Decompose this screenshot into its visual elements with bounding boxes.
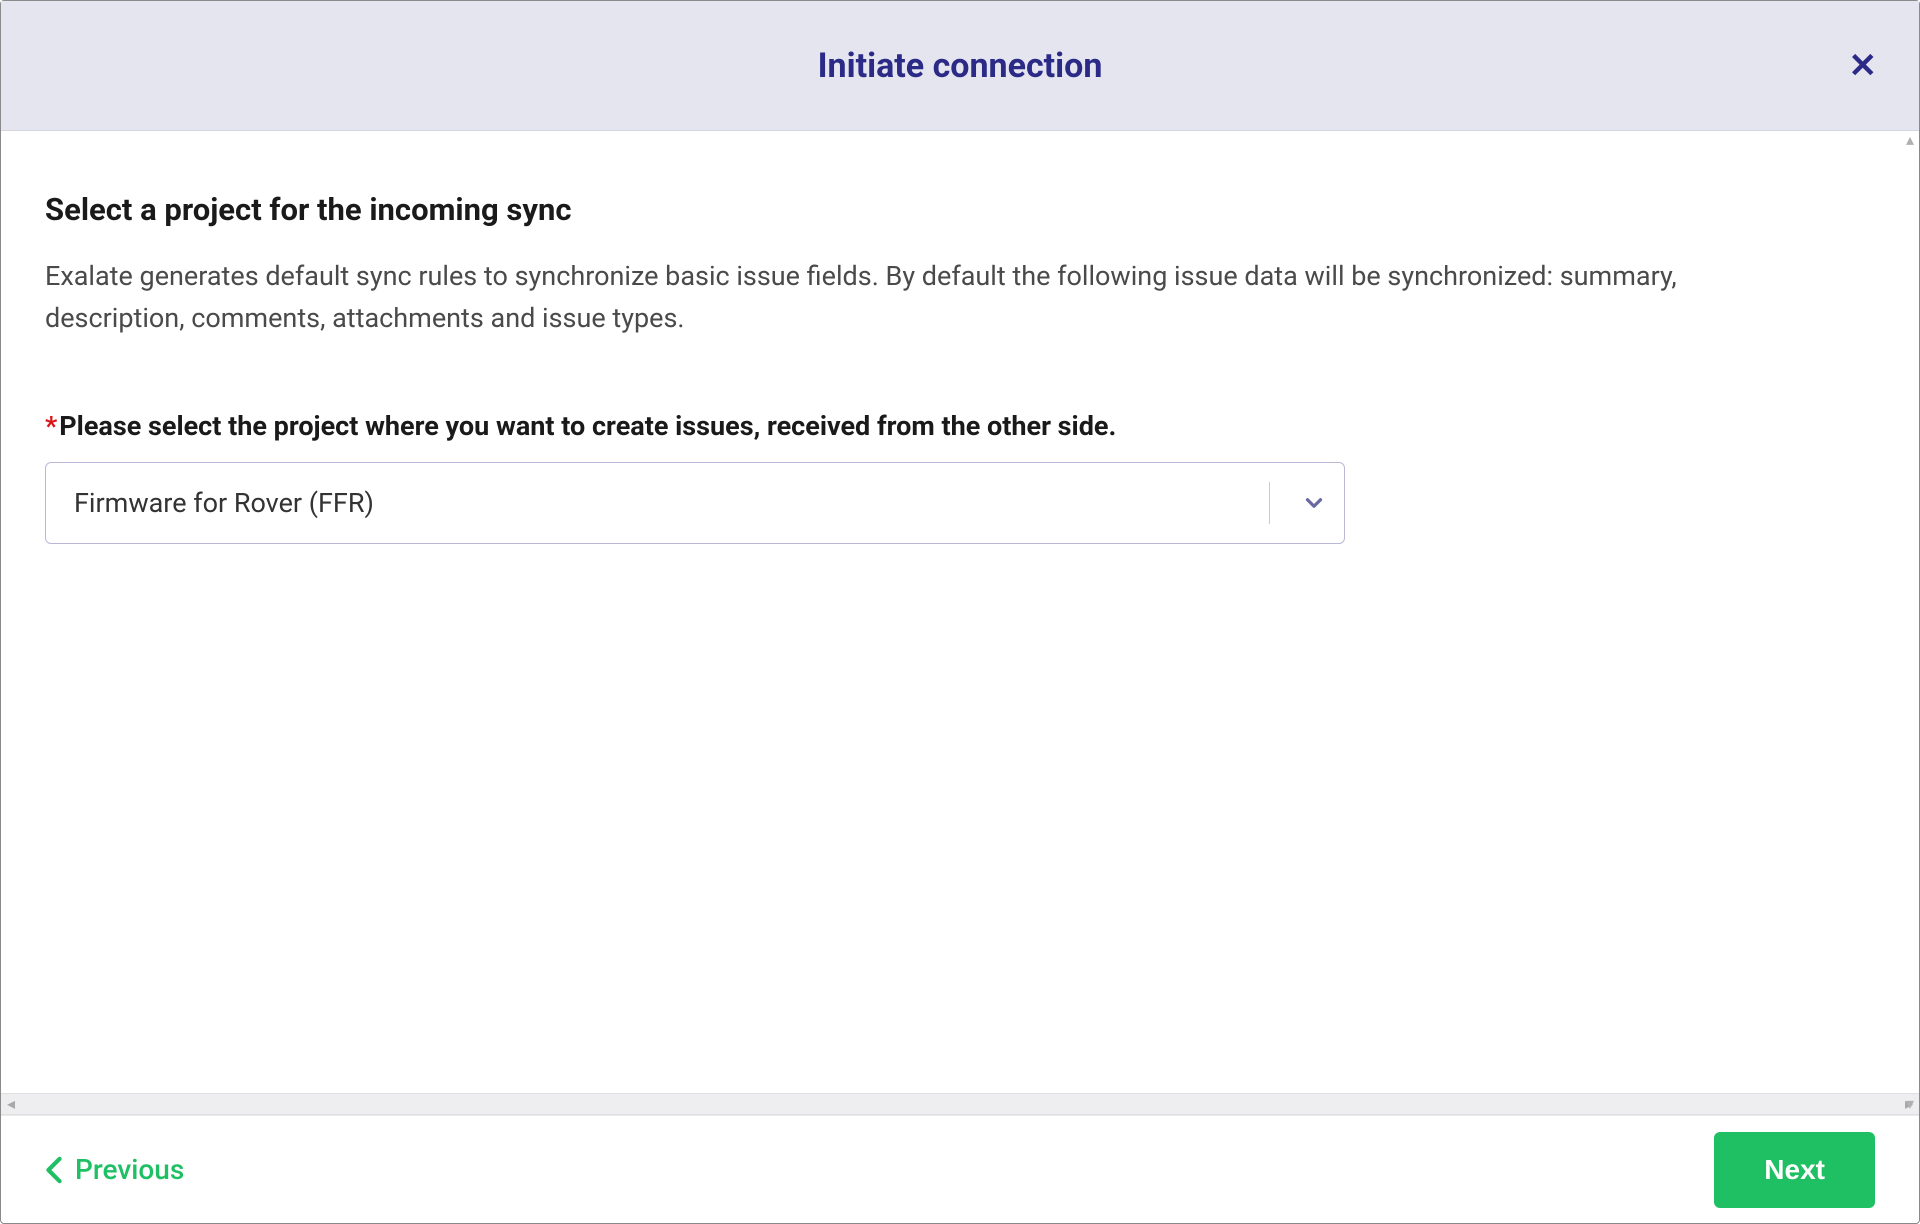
next-button-label: Next (1764, 1154, 1825, 1185)
section-heading: Select a project for the incoming sync (45, 191, 1875, 228)
scroll-up-icon[interactable]: ▴ (1906, 132, 1914, 148)
chevron-left-icon (45, 1156, 63, 1184)
modal-body: Select a project for the incoming sync E… (1, 131, 1919, 1093)
modal-title: Initiate connection (818, 46, 1103, 86)
initiate-connection-modal: Initiate connection ✕ Select a project f… (0, 0, 1920, 1224)
project-field-label: *Please select the project where you wan… (45, 410, 1875, 442)
chevron-down-icon (1284, 490, 1344, 516)
modal-footer: Previous Next (1, 1115, 1919, 1223)
next-button[interactable]: Next (1714, 1132, 1875, 1208)
vertical-scrollbar[interactable]: ▴ ▾ (1902, 132, 1918, 1112)
horizontal-scrollbar[interactable]: ◂ ▸ (1, 1093, 1919, 1115)
close-button[interactable]: ✕ (1849, 49, 1878, 83)
project-select-value: Firmware for Rover (FFR) (74, 487, 1255, 519)
previous-button[interactable]: Previous (45, 1153, 184, 1186)
modal-header: Initiate connection ✕ (1, 1, 1919, 131)
project-field-label-text: Please select the project where you want… (59, 410, 1116, 442)
close-icon: ✕ (1849, 46, 1878, 86)
scroll-down-icon[interactable]: ▾ (1906, 1096, 1914, 1112)
section-description: Exalate generates default sync rules to … (45, 256, 1745, 340)
required-asterisk: * (45, 410, 57, 442)
select-divider (1269, 482, 1270, 524)
project-select[interactable]: Firmware for Rover (FFR) (45, 462, 1345, 544)
scroll-left-icon[interactable]: ◂ (7, 1096, 15, 1112)
previous-button-label: Previous (75, 1153, 184, 1186)
